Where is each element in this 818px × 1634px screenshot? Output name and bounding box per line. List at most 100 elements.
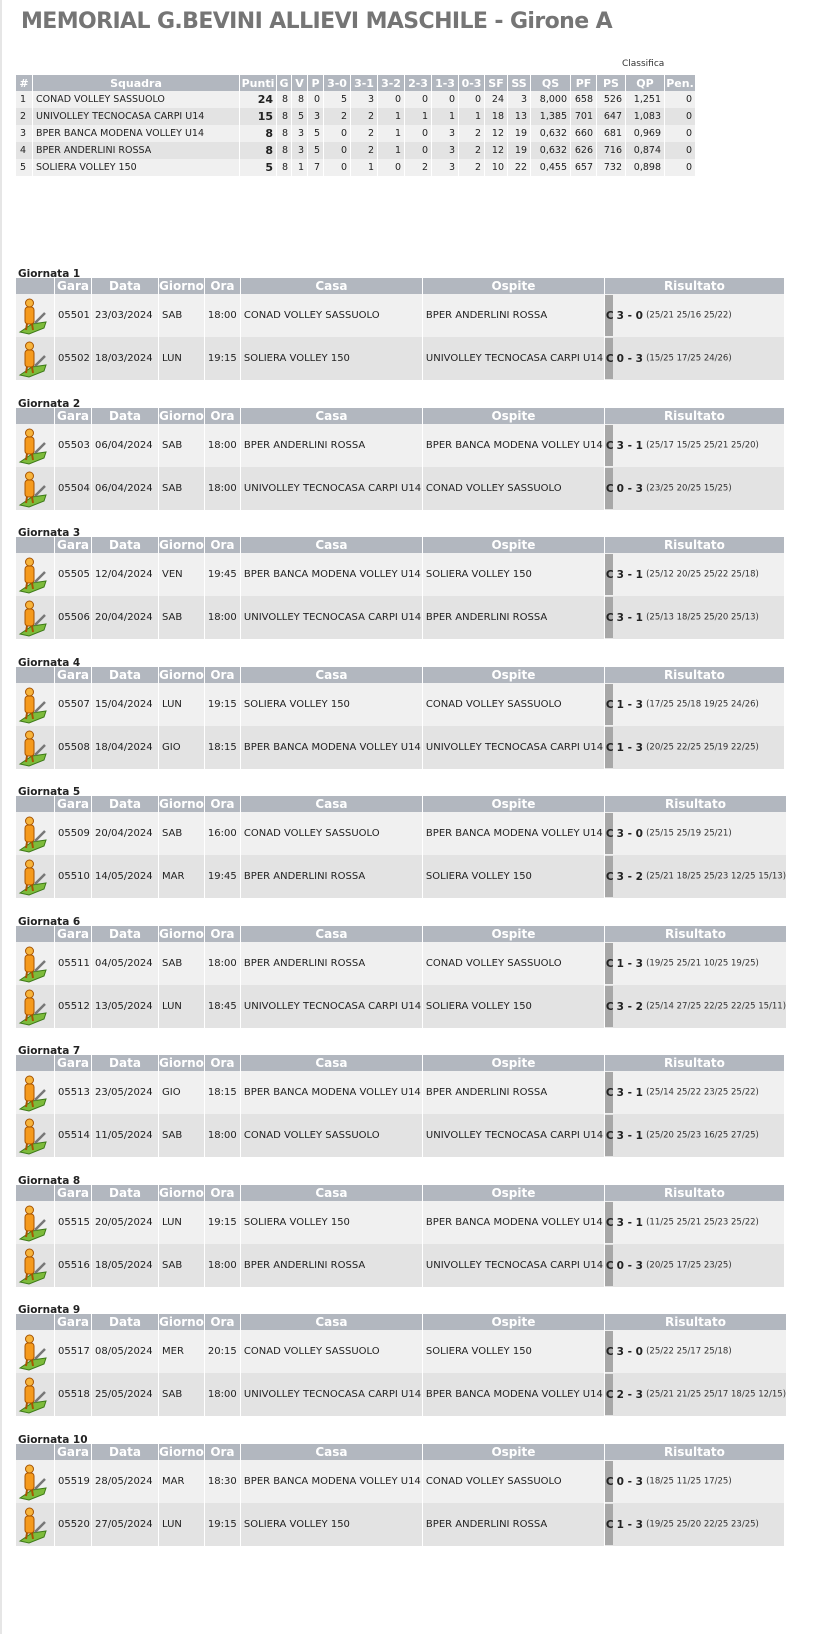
match-row[interactable]: 05508 18/04/2024 GIO 18:15 BPER BANCA MODENA…: [16, 726, 784, 769]
team-name-link[interactable]: BPER ANDERLINI ROSSA: [33, 142, 239, 159]
home-team[interactable]: CONAD VOLLEY SASSUOLO: [240, 1114, 422, 1157]
home-team[interactable]: UNIVOLLEY TECNOCASA CARPI U14: [240, 1373, 422, 1416]
match-day: SAB: [159, 1373, 204, 1416]
away-team[interactable]: BPER ANDERLINI ROSSA: [422, 1071, 604, 1114]
match-row[interactable]: 05517 08/05/2024 MER 20:15 CONAD VOLLEY SASS…: [16, 1330, 787, 1373]
match-row[interactable]: 05520 27/05/2024 LUN 19:15 SOLIERA VOLLEY 15…: [16, 1503, 784, 1546]
match-row[interactable]: 05516 18/05/2024 SAB 18:00 BPER ANDERLINI RO…: [16, 1244, 784, 1287]
match-row[interactable]: 05502 18/03/2024 LUN 19:15 SOLIERA VOLLEY 15…: [16, 337, 784, 380]
match-row[interactable]: 05511 04/05/2024 SAB 18:00 BPER ANDERLINI RO…: [16, 942, 787, 985]
match-icon-cell: [16, 1373, 54, 1416]
referee-figure-icon[interactable]: [17, 1204, 49, 1242]
match-row[interactable]: 05503 06/04/2024 SAB 18:00 BPER ANDERLINI RO…: [16, 424, 784, 467]
home-team[interactable]: CONAD VOLLEY SASSUOLO: [240, 812, 422, 855]
home-team[interactable]: BPER ANDERLINI ROSSA: [240, 942, 422, 985]
away-team[interactable]: BPER ANDERLINI ROSSA: [422, 294, 604, 337]
match-row[interactable]: 05510 14/05/2024 MAR 19:45 BPER ANDERLINI RO…: [16, 855, 787, 898]
standings-table: # Squadra Punti G V P 3-0 3-1 3-2 2-3 1-…: [15, 75, 696, 176]
col-header-data: Data: [92, 796, 158, 812]
referee-figure-icon[interactable]: [17, 599, 49, 637]
referee-figure-icon[interactable]: [17, 1074, 49, 1112]
away-team[interactable]: UNIVOLLEY TECNOCASA CARPI U14: [422, 337, 604, 380]
away-team[interactable]: SOLIERA VOLLEY 150: [422, 855, 604, 898]
home-team[interactable]: BPER BANCA MODENA VOLLEY U14: [240, 553, 422, 596]
away-team[interactable]: UNIVOLLEY TECNOCASA CARPI U14: [422, 1244, 604, 1287]
away-team[interactable]: UNIVOLLEY TECNOCASA CARPI U14: [422, 726, 604, 769]
home-team[interactable]: SOLIERA VOLLEY 150: [240, 1503, 422, 1546]
match-row[interactable]: 05518 25/05/2024 SAB 18:00 UNIVOLLEY TECNOCA…: [16, 1373, 787, 1416]
home-team[interactable]: UNIVOLLEY TECNOCASA CARPI U14: [240, 596, 422, 639]
match-row[interactable]: 05519 28/05/2024 MAR 18:30 BPER BANCA MODENA…: [16, 1460, 784, 1503]
away-team[interactable]: BPER ANDERLINI ROSSA: [422, 596, 604, 639]
standings-cell: 0: [405, 125, 431, 142]
away-team[interactable]: BPER BANCA MODENA VOLLEY U14: [422, 1373, 604, 1416]
team-name-link[interactable]: SOLIERA VOLLEY 150: [33, 159, 239, 176]
away-team[interactable]: BPER BANCA MODENA VOLLEY U14: [422, 424, 604, 467]
result-marker: C: [605, 1216, 614, 1229]
match-row[interactable]: 05514 11/05/2024 SAB 18:00 CONAD VOLLEY SASS…: [16, 1114, 784, 1157]
match-row[interactable]: 05501 23/03/2024 SAB 18:00 CONAD VOLLEY SASS…: [16, 294, 784, 337]
home-team[interactable]: SOLIERA VOLLEY 150: [240, 1201, 422, 1244]
home-team[interactable]: BPER BANCA MODENA VOLLEY U14: [240, 726, 422, 769]
referee-figure-icon[interactable]: [17, 1463, 49, 1501]
away-team[interactable]: BPER BANCA MODENA VOLLEY U14: [422, 1201, 604, 1244]
referee-figure-icon[interactable]: [17, 1117, 49, 1155]
match-time: 18:00: [204, 1373, 240, 1416]
home-team[interactable]: BPER ANDERLINI ROSSA: [240, 424, 422, 467]
referee-figure-icon[interactable]: [17, 686, 49, 724]
away-team[interactable]: SOLIERA VOLLEY 150: [422, 1330, 604, 1373]
referee-figure-icon[interactable]: [17, 858, 49, 896]
home-team[interactable]: BPER BANCA MODENA VOLLEY U14: [240, 1460, 422, 1503]
team-name-link[interactable]: CONAD VOLLEY SASSUOLO: [33, 91, 239, 108]
referee-figure-icon[interactable]: [17, 340, 49, 378]
team-name-link[interactable]: UNIVOLLEY TECNOCASA CARPI U14: [33, 108, 239, 125]
standings-cell: 5: [308, 125, 323, 142]
referee-figure-icon[interactable]: [17, 1247, 49, 1285]
match-result: C3 - 1 (25/12 20/25 25/22 25/18): [604, 553, 784, 596]
referee-figure-icon[interactable]: [17, 815, 49, 853]
home-team[interactable]: SOLIERA VOLLEY 150: [240, 337, 422, 380]
match-row[interactable]: 05505 12/04/2024 VEN 19:45 BPER BANCA MODENA…: [16, 553, 784, 596]
away-team[interactable]: BPER ANDERLINI ROSSA: [422, 1503, 604, 1546]
referee-figure-icon[interactable]: [17, 470, 49, 508]
referee-figure-icon[interactable]: [17, 1506, 49, 1544]
match-code: 05507: [55, 683, 91, 726]
match-row[interactable]: 05513 23/05/2024 GIO 18:15 BPER BANCA MODENA…: [16, 1071, 784, 1114]
result-set-scores: (25/22 25/17 25/18): [646, 1346, 732, 1357]
away-team[interactable]: CONAD VOLLEY SASSUOLO: [422, 683, 604, 726]
away-team[interactable]: SOLIERA VOLLEY 150: [422, 553, 604, 596]
referee-figure-icon[interactable]: [17, 1376, 49, 1414]
matches-table: Gara Data Giorno Ora Casa Ospite Risultato 0550…: [15, 537, 785, 639]
home-team[interactable]: CONAD VOLLEY SASSUOLO: [240, 294, 422, 337]
match-row[interactable]: 05507 15/04/2024 LUN 19:15 SOLIERA VOLLEY 15…: [16, 683, 784, 726]
match-row[interactable]: 05509 20/04/2024 SAB 16:00 CONAD VOLLEY SASS…: [16, 812, 787, 855]
standings-cell: 0: [459, 91, 484, 108]
home-team[interactable]: UNIVOLLEY TECNOCASA CARPI U14: [240, 467, 422, 510]
referee-figure-icon[interactable]: [17, 556, 49, 594]
team-name-link[interactable]: BPER BANCA MODENA VOLLEY U14: [33, 125, 239, 142]
referee-figure-icon[interactable]: [17, 1333, 49, 1371]
match-day: SAB: [159, 1114, 204, 1157]
home-team[interactable]: CONAD VOLLEY SASSUOLO: [240, 1330, 422, 1373]
home-team[interactable]: BPER ANDERLINI ROSSA: [240, 1244, 422, 1287]
referee-figure-icon[interactable]: [17, 945, 49, 983]
match-row[interactable]: 05512 13/05/2024 LUN 18:45 UNIVOLLEY TECNOCA…: [16, 985, 787, 1028]
referee-figure-icon[interactable]: [17, 297, 49, 335]
match-row[interactable]: 05515 20/05/2024 LUN 19:15 SOLIERA VOLLEY 15…: [16, 1201, 784, 1244]
match-row[interactable]: 05506 20/04/2024 SAB 18:00 UNIVOLLEY TECNOCA…: [16, 596, 784, 639]
away-team[interactable]: BPER BANCA MODENA VOLLEY U14: [422, 812, 604, 855]
away-team[interactable]: CONAD VOLLEY SASSUOLO: [422, 467, 604, 510]
referee-figure-icon[interactable]: [17, 729, 49, 767]
home-team[interactable]: SOLIERA VOLLEY 150: [240, 683, 422, 726]
referee-figure-icon[interactable]: [17, 988, 49, 1026]
referee-figure-icon[interactable]: [17, 427, 49, 465]
home-team[interactable]: BPER ANDERLINI ROSSA: [240, 855, 422, 898]
away-team[interactable]: CONAD VOLLEY SASSUOLO: [422, 942, 604, 985]
away-team[interactable]: SOLIERA VOLLEY 150: [422, 985, 604, 1028]
match-row[interactable]: 05504 06/04/2024 SAB 18:00 UNIVOLLEY TECNOCA…: [16, 467, 784, 510]
home-team[interactable]: BPER BANCA MODENA VOLLEY U14: [240, 1071, 422, 1114]
match-date: 20/05/2024: [92, 1201, 158, 1244]
away-team[interactable]: UNIVOLLEY TECNOCASA CARPI U14: [422, 1114, 604, 1157]
away-team[interactable]: CONAD VOLLEY SASSUOLO: [422, 1460, 604, 1503]
home-team[interactable]: UNIVOLLEY TECNOCASA CARPI U14: [240, 985, 422, 1028]
